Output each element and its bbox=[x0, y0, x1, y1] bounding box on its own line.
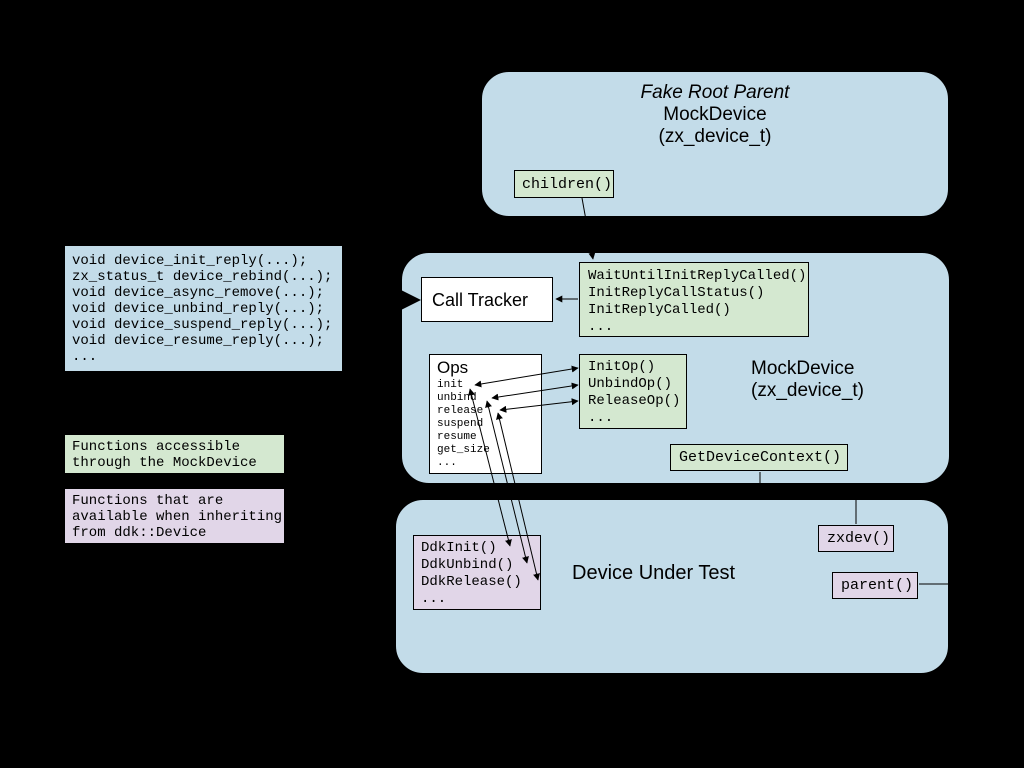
legend-green-text: Functions accessible through the MockDev… bbox=[72, 439, 257, 471]
api-list-text: void device_init_reply(...); zx_status_t… bbox=[72, 253, 332, 365]
get-device-context-label: GetDeviceContext() bbox=[679, 449, 841, 466]
ddk-fns-text: DdkInit() DdkUnbind() DdkRelease() ... bbox=[421, 540, 522, 608]
call-tracker-label: Call Tracker bbox=[432, 290, 528, 311]
fake-root-title: Fake Root Parent bbox=[481, 82, 949, 104]
fake-root-title3: (zx_device_t) bbox=[481, 126, 949, 148]
fake-root-title2: MockDevice bbox=[481, 104, 949, 126]
zxdev-label: zxdev() bbox=[827, 530, 890, 547]
ops-fns-text: InitOp() UnbindOp() ReleaseOp() ... bbox=[588, 359, 680, 427]
dut-title: Device Under Test bbox=[572, 562, 735, 585]
legend-purple-text: Functions that are available when inheri… bbox=[72, 493, 282, 541]
tracker-fns-text: WaitUntilInitReplyCalled() InitReplyCall… bbox=[588, 268, 806, 336]
mockdevice-title: MockDevice bbox=[751, 358, 854, 380]
children-fn-label: children() bbox=[522, 176, 612, 193]
ops-items: init unbind release suspend resume get_s… bbox=[437, 379, 490, 470]
ops-title: Ops bbox=[437, 358, 468, 378]
mockdevice-sub: (zx_device_t) bbox=[751, 380, 864, 402]
parent-label: parent() bbox=[841, 577, 913, 594]
